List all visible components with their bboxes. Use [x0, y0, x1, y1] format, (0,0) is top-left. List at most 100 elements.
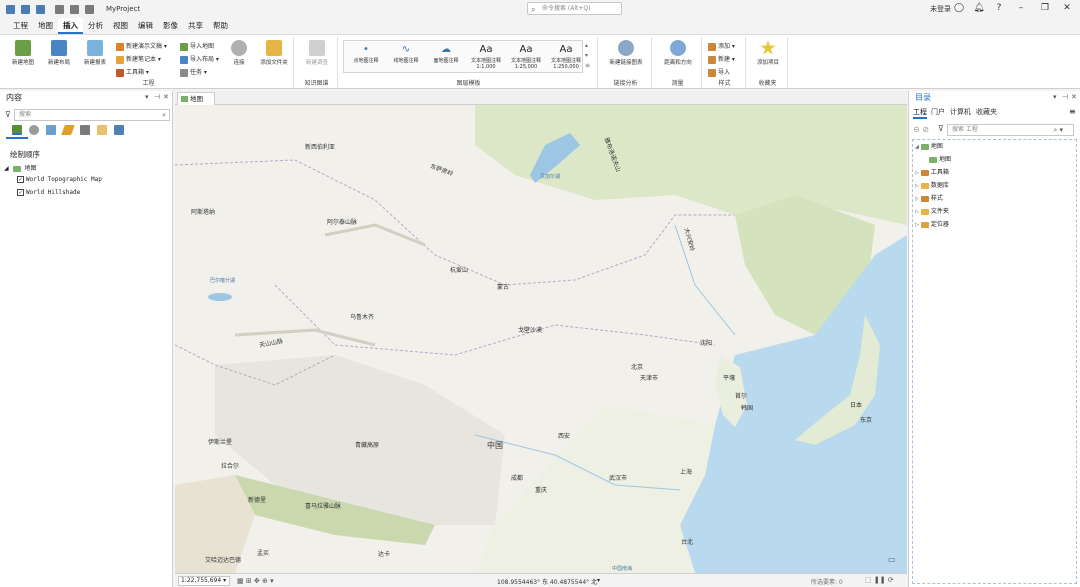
- new-link-chart-button[interactable]: 新建链接图表: [604, 40, 648, 66]
- menu-item[interactable]: 地图: [33, 18, 58, 34]
- add-item-button[interactable]: 添加项目: [752, 40, 784, 66]
- menu-item[interactable]: 工程: [8, 18, 33, 34]
- pin-icon[interactable]: ⊣: [1062, 93, 1068, 101]
- catalog-item[interactable]: ◢ 地图: [915, 141, 943, 150]
- toolbox-button[interactable]: 工具箱 ▾: [116, 67, 149, 78]
- map-node[interactable]: ◢ 地图: [4, 163, 36, 172]
- tab-portal[interactable]: 门户: [931, 107, 945, 117]
- expand-icon[interactable]: ▷: [915, 222, 919, 228]
- layer-template-item[interactable]: ∿ 线地图注释: [386, 43, 426, 64]
- layer-template-item[interactable]: Aa 文本地图注释 1:25,000: [506, 43, 546, 70]
- layer-template-gallery[interactable]: • 点地图注释 ∿ 线地图注释 ☁ 面地图注释 Aa 文本地图注释 1:1,000 Aa 文本地图…: [343, 40, 583, 73]
- close-pane-icon[interactable]: ✕: [163, 93, 169, 101]
- menu-item[interactable]: 影像: [158, 18, 183, 34]
- pane-menu-icon[interactable]: ▾: [1053, 93, 1057, 101]
- new-investigation-button[interactable]: 新建调查: [300, 40, 334, 66]
- tab-favorites[interactable]: 收藏夹: [976, 107, 997, 117]
- open-project-icon[interactable]: [21, 4, 30, 14]
- expand-icon[interactable]: ◢: [4, 165, 9, 172]
- menu-item[interactable]: 分析: [83, 18, 108, 34]
- status-controls-icon[interactable]: ⬚ ❚❚ ⟳: [865, 576, 894, 584]
- layer-template-item[interactable]: • 点地图注释: [346, 43, 386, 64]
- redo-icon[interactable]: [70, 4, 79, 14]
- layer-template-item[interactable]: Aa 文本地图注释 1:1,000: [466, 43, 506, 70]
- new-report-label: 新建报表: [83, 60, 106, 66]
- catalog-item[interactable]: ▷ 文件夹: [915, 206, 949, 215]
- import-map-button[interactable]: 导入地图: [180, 41, 214, 52]
- catalog-item[interactable]: ▷ 样式: [915, 193, 943, 202]
- catalog-item[interactable]: ▷ 定位器: [915, 219, 949, 228]
- style-new-button[interactable]: 新建 ▾: [708, 54, 735, 65]
- import-layout-button[interactable]: 导入布局 ▾: [180, 54, 219, 65]
- catalog-search-input[interactable]: 搜索 工程 ⌕ ▾: [947, 124, 1074, 136]
- user-status[interactable]: 未登录: [930, 4, 951, 14]
- menu-item[interactable]: 编辑: [133, 18, 158, 34]
- catalog-item[interactable]: ▷ 工具箱: [915, 167, 949, 176]
- task-button[interactable]: 任务 ▾: [180, 67, 207, 78]
- minimize-icon[interactable]: –: [1014, 2, 1028, 15]
- style-import-button[interactable]: 导入: [708, 67, 730, 78]
- contents-search-input[interactable]: 搜索 ⌕: [14, 109, 170, 121]
- maximize-icon[interactable]: ❐: [1038, 2, 1052, 15]
- menu-item[interactable]: 视图: [108, 18, 133, 34]
- catalog-item[interactable]: ▷ 数据库: [915, 180, 949, 189]
- new-report-button[interactable]: 新建报表: [80, 40, 110, 66]
- undo-icon[interactable]: [55, 4, 64, 14]
- save-icon[interactable]: [36, 4, 45, 14]
- map-canvas[interactable]: 新西伯利亚 阿斯塔纳 东萨彦岭 阿尔泰山脉 杭爱山 蒙古 乌鲁木齐 戈壁沙漠 天山山脉 大兴安岭沈…: [175, 105, 907, 573]
- layer-visibility-checkbox[interactable]: ✓: [17, 189, 24, 196]
- map-nav-icons[interactable]: ▦ ⊞ ✥ ⊕ ▾: [237, 577, 274, 585]
- list-by-snapping-icon[interactable]: [80, 125, 90, 135]
- pane-menu-icon[interactable]: ▾: [145, 93, 149, 101]
- close-icon[interactable]: ✕: [1060, 2, 1074, 15]
- menu-item[interactable]: 共享: [183, 18, 208, 34]
- new-notebook-button[interactable]: 新建笔记本 ▾: [116, 54, 161, 65]
- expand-icon[interactable]: ◢: [915, 144, 919, 150]
- layer-visibility-checkbox[interactable]: ✓: [17, 176, 24, 183]
- pin-icon[interactable]: ⊣: [154, 93, 160, 101]
- back-icon[interactable]: ⊖ ⊘: [913, 125, 929, 134]
- list-by-source-icon[interactable]: [29, 125, 39, 135]
- new-presentation-button[interactable]: 新建演示文稿 ▾: [116, 41, 167, 52]
- map-label-urumqi: 乌鲁木齐: [350, 314, 375, 321]
- expand-icon[interactable]: ▷: [915, 209, 919, 215]
- gallery-scroll[interactable]: ▴ ▾ ≡: [585, 41, 590, 71]
- list-by-drawing-order-icon[interactable]: [12, 125, 22, 135]
- style-add-button[interactable]: 添加 ▾: [708, 41, 735, 52]
- new-project-icon[interactable]: [6, 4, 15, 14]
- close-pane-icon[interactable]: ✕: [1071, 93, 1077, 101]
- list-by-labeling-icon[interactable]: [97, 125, 107, 135]
- layer-template-item[interactable]: ☁ 面地图注释: [426, 43, 466, 64]
- filter-icon[interactable]: ⊽: [5, 110, 11, 119]
- tab-map[interactable]: 地图 ✕: [177, 92, 215, 115]
- connection-button[interactable]: 连接: [224, 40, 254, 66]
- expand-icon[interactable]: ▷: [915, 183, 919, 189]
- notification-icon[interactable]: 🔔︎: [972, 2, 986, 15]
- filter-icon[interactable]: ⊽: [938, 124, 944, 133]
- list-by-charts-icon[interactable]: [114, 125, 124, 135]
- layer-item[interactable]: ✓ World Hillshade: [17, 189, 80, 196]
- distance-direction-button[interactable]: 距离和方向: [658, 40, 698, 66]
- list-by-editing-icon[interactable]: [61, 125, 75, 135]
- expand-icon[interactable]: ▷: [915, 170, 919, 176]
- catalog-item[interactable]: 地图: [927, 154, 951, 163]
- menu-item[interactable]: 插入: [58, 18, 83, 34]
- expand-icon[interactable]: ▷: [915, 196, 919, 202]
- new-map-button[interactable]: 新建地图: [8, 40, 38, 66]
- layer-item[interactable]: ✓ World Topographic Map: [17, 176, 102, 183]
- layer-template-item[interactable]: Aa 文本地图注释 1:250,000: [546, 43, 586, 70]
- catalog-menu-icon[interactable]: ≡: [1069, 107, 1076, 116]
- map-toggle-icon[interactable]: ▭: [888, 555, 896, 564]
- add-folder-button[interactable]: 添加文件夹: [256, 40, 292, 66]
- command-search-input[interactable]: ⌕ 命令搜索 (Alt+Q): [527, 2, 622, 15]
- scale-select[interactable]: 1:22,755,694 ▾: [178, 576, 230, 586]
- menu-item[interactable]: 帮助: [208, 18, 233, 34]
- tab-computer[interactable]: 计算机: [950, 107, 971, 117]
- help-icon[interactable]: ?: [992, 2, 1006, 15]
- customize-qat-icon[interactable]: [85, 4, 94, 14]
- new-layout-button[interactable]: 新建布局: [44, 40, 74, 66]
- tab-project[interactable]: 工程: [913, 107, 927, 119]
- avatar-icon[interactable]: ◯: [952, 2, 966, 15]
- list-by-selection-icon[interactable]: [46, 125, 56, 135]
- coordinate-format-dropdown[interactable]: ▾: [597, 577, 600, 584]
